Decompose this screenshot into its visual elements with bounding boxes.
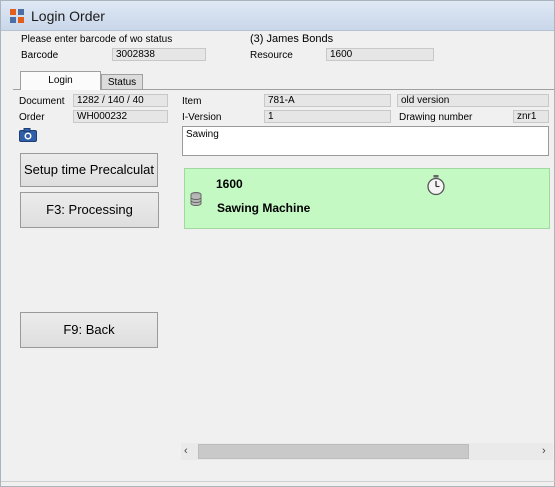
operation-name: Sawing Machine xyxy=(217,201,311,215)
status-bar-divider xyxy=(1,481,555,482)
scrollbar-thumb[interactable] xyxy=(198,444,469,459)
iversion-label: I-Version xyxy=(182,112,222,123)
setup-time-precalculation-button[interactable]: Setup time Precalculat xyxy=(20,153,158,187)
login-order-window: Login Order Please enter barcode of wo s… xyxy=(0,0,555,487)
processing-button[interactable]: F3: Processing xyxy=(20,192,159,228)
document-label: Document xyxy=(19,96,65,107)
back-button[interactable]: F9: Back xyxy=(20,312,158,348)
operation-note: Sawing xyxy=(182,126,549,156)
barcode-prompt: Please enter barcode of wo status xyxy=(21,34,173,45)
title-bar: Login Order xyxy=(1,1,554,31)
resource-label: Resource xyxy=(250,50,293,61)
camera-icon[interactable] xyxy=(19,128,37,142)
item-version-text-field: old version xyxy=(397,94,549,107)
window-title: Login Order xyxy=(31,8,105,24)
iversion-field: 1 xyxy=(264,110,391,123)
document-field: 1282 / 140 / 40 xyxy=(73,94,168,107)
resource-field: 1600 xyxy=(326,48,434,61)
order-label: Order xyxy=(19,112,45,123)
order-field: WH000232 xyxy=(73,110,168,123)
barcode-input[interactable]: 3002838 xyxy=(112,48,206,61)
database-icon xyxy=(190,192,202,206)
tab-login[interactable]: Login xyxy=(20,71,101,90)
operation-code: 1600 xyxy=(216,177,243,191)
item-label: Item xyxy=(182,96,202,107)
app-logo-icon xyxy=(10,9,26,25)
user-name: (3) James Bonds xyxy=(250,33,334,45)
item-field: 781-A xyxy=(264,94,391,107)
tab-status[interactable]: Status xyxy=(101,74,143,90)
scroll-left-icon[interactable]: ‹ xyxy=(184,446,194,457)
drawing-number-label: Drawing number xyxy=(399,112,473,123)
scroll-right-icon[interactable]: › xyxy=(542,446,552,457)
stopwatch-icon[interactable] xyxy=(425,174,447,196)
barcode-label: Barcode xyxy=(21,50,59,61)
drawing-number-field: znr1 xyxy=(513,110,549,123)
